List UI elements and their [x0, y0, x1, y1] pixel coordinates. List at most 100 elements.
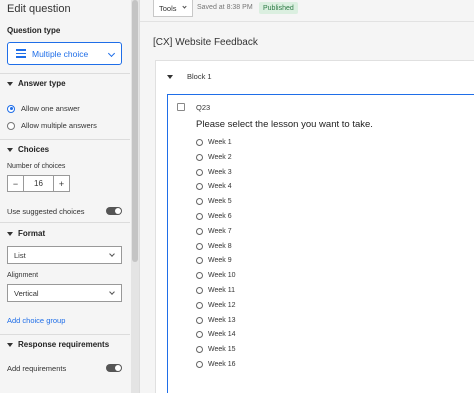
choice-option[interactable]: Week 12	[196, 301, 236, 309]
question-text[interactable]: Please select the lesson you want to tak…	[196, 119, 373, 130]
alignment-label: Alignment	[7, 272, 39, 279]
choice-label: Week 8	[208, 242, 232, 250]
choice-option[interactable]: Week 3	[196, 168, 232, 176]
radio-label: Allow multiple answers	[21, 121, 97, 130]
radio-unselected-icon	[196, 168, 203, 176]
chevron-down-icon	[182, 4, 187, 9]
collapse-triangle-icon	[7, 231, 13, 236]
choice-option[interactable]: Week 7	[196, 227, 232, 235]
choice-label: Week 2	[208, 153, 232, 161]
collapse-triangle-icon	[7, 81, 13, 86]
edit-question-panel: Edit question Question type Multiple cho…	[0, 0, 130, 393]
use-suggested-choices-toggle[interactable]	[106, 207, 122, 215]
collapse-triangle-icon	[7, 342, 13, 347]
choice-label: Week 10	[208, 272, 236, 280]
choices-heading: Choices	[18, 145, 50, 154]
choice-option[interactable]: Week 8	[196, 242, 232, 250]
tools-label: Tools	[159, 3, 177, 13]
survey-title: [CX] Website Feedback	[153, 37, 258, 48]
radio-unselected-icon	[7, 121, 15, 130]
format-select[interactable]: List	[7, 246, 122, 264]
list-icon	[16, 49, 26, 58]
saved-status: Saved at 8:38 PM	[197, 4, 253, 11]
chevron-down-icon	[107, 49, 116, 58]
panel-divider	[139, 0, 140, 393]
choice-label: Week 12	[208, 301, 236, 309]
use-suggested-choices-label: Use suggested choices	[7, 207, 85, 216]
radio-unselected-icon	[196, 198, 203, 206]
radio-unselected-icon	[196, 361, 203, 368]
chevron-down-icon	[109, 251, 115, 257]
number-of-choices-value[interactable]: 16	[23, 176, 54, 191]
add-choice-group-link[interactable]: Add choice group	[7, 316, 65, 325]
choice-option[interactable]: Week 13	[196, 316, 236, 324]
block-header[interactable]: Block 1	[156, 61, 474, 91]
question-type-label: Question type	[7, 26, 61, 35]
number-of-choices-label: Number of choices	[7, 163, 66, 170]
choice-label: Week 15	[208, 346, 236, 354]
choice-option[interactable]: Week 2	[196, 153, 232, 161]
choice-option[interactable]: Week 9	[196, 257, 232, 265]
radio-label: Allow one answer	[21, 104, 80, 113]
choice-label: Week 16	[208, 361, 236, 368]
number-of-choices-stepper[interactable]: − 16 +	[7, 175, 70, 192]
question-select-checkbox[interactable]	[177, 103, 185, 111]
increment-button[interactable]: +	[54, 176, 69, 191]
scrollbar-thumb[interactable]	[132, 0, 138, 262]
answer-type-heading: Answer type	[18, 79, 66, 88]
block-label: Block 1	[187, 72, 212, 81]
choice-option[interactable]: Week 15	[196, 346, 236, 354]
allow-one-answer-radio[interactable]: Allow one answer	[7, 104, 80, 113]
choice-option[interactable]: Week 5	[196, 198, 232, 206]
choice-label: Week 7	[208, 227, 232, 235]
panel-title: Edit question	[7, 3, 71, 15]
choice-label: Week 4	[208, 183, 232, 191]
radio-unselected-icon	[196, 183, 203, 191]
collapse-triangle-icon[interactable]	[167, 75, 173, 79]
collapse-triangle-icon	[7, 147, 13, 152]
divider	[0, 222, 130, 223]
answer-type-section-toggle[interactable]: Answer type	[7, 79, 66, 88]
choice-option[interactable]: Week 16	[196, 361, 236, 368]
choice-label: Week 9	[208, 257, 232, 265]
choice-option[interactable]: Week 14	[196, 331, 236, 339]
choice-option[interactable]: Week 1	[196, 139, 232, 146]
divider	[0, 139, 130, 140]
radio-unselected-icon	[196, 153, 203, 161]
radio-unselected-icon	[196, 242, 203, 250]
response-requirements-section-toggle[interactable]: Response requirements	[7, 340, 109, 349]
choice-label: Week 1	[208, 139, 232, 146]
choice-option[interactable]: Week 6	[196, 213, 232, 220]
question-type-value: Multiple choice	[32, 48, 89, 59]
chevron-down-icon	[109, 289, 115, 295]
status-badge: Published	[259, 2, 298, 14]
add-requirements-toggle[interactable]	[106, 364, 122, 372]
choice-label: Week 3	[208, 168, 232, 176]
question-card[interactable]: Q23 Please select the lesson you want to…	[167, 94, 474, 393]
format-section-toggle[interactable]: Format	[7, 229, 45, 238]
choice-label: Week 11	[208, 287, 235, 294]
question-type-select[interactable]: Multiple choice	[7, 42, 122, 65]
add-requirements-label: Add requirements	[7, 364, 67, 373]
radio-unselected-icon	[196, 331, 203, 339]
choice-option[interactable]: Week 11	[196, 287, 235, 294]
alignment-select[interactable]: Vertical	[7, 284, 122, 302]
choices-section-toggle[interactable]: Choices	[7, 145, 49, 154]
decrement-button[interactable]: −	[8, 176, 23, 191]
tools-menu-button[interactable]: Tools	[153, 0, 193, 17]
format-value: List	[14, 250, 26, 260]
choice-option[interactable]: Week 10	[196, 272, 236, 280]
radio-unselected-icon	[196, 316, 203, 324]
radio-unselected-icon	[196, 287, 203, 294]
survey-block: Block 1 Q23 Please select the lesson you…	[155, 60, 474, 393]
divider	[0, 334, 130, 335]
panel-scrollbar[interactable]	[131, 0, 139, 393]
radio-unselected-icon	[196, 213, 203, 220]
radio-unselected-icon	[196, 139, 203, 146]
allow-multiple-answers-radio[interactable]: Allow multiple answers	[7, 121, 97, 130]
radio-unselected-icon	[196, 227, 203, 235]
choice-label: Week 6	[208, 213, 232, 220]
radio-unselected-icon	[196, 272, 203, 280]
choice-label: Week 14	[208, 331, 236, 339]
choice-option[interactable]: Week 4	[196, 183, 232, 191]
